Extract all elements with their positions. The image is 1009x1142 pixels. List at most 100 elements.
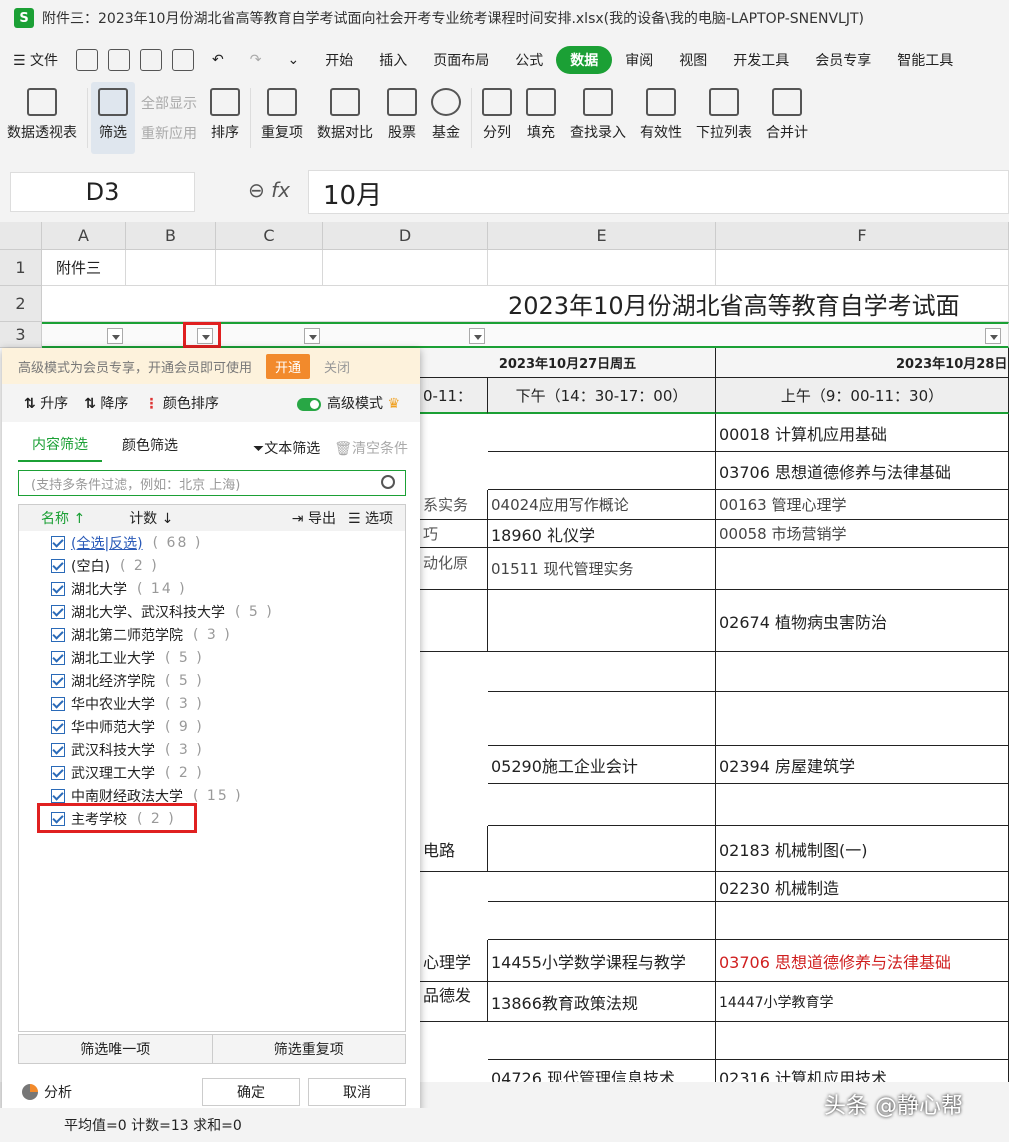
close-banner-button[interactable]: 关闭 — [324, 357, 350, 376]
tab-formula[interactable]: 公式 — [502, 50, 556, 70]
dropdown-list-button[interactable]: 下拉列表 — [689, 82, 759, 154]
cell-e9[interactable] — [488, 590, 716, 652]
stock-button[interactable]: 股票 — [380, 82, 424, 154]
checkbox-icon[interactable] — [51, 719, 65, 734]
list-item[interactable]: 华中农业大学( 3 ) — [19, 692, 405, 715]
cell-d6[interactable]: 系实务 — [420, 490, 488, 520]
tab-layout[interactable]: 页面布局 — [420, 50, 502, 70]
checkbox-icon[interactable] — [51, 535, 65, 550]
cell-f9[interactable]: 02674 植物病虫害防治 — [716, 590, 1009, 652]
cell-e1[interactable] — [488, 250, 716, 286]
cell-f17[interactable]: 03706 思想道德修养与法律基础 — [716, 940, 1009, 982]
list-item[interactable]: 湖北大学、武汉科技大学( 5 ) — [19, 600, 405, 623]
sheet-title[interactable]: 2023年10月份湖北省高等教育自学考试面 — [42, 286, 1009, 322]
cell-e10[interactable] — [488, 652, 716, 692]
filter-search-input[interactable]: (支持多条件过滤，例如：北京 上海) — [18, 470, 406, 496]
tab-view[interactable]: 视图 — [666, 50, 720, 70]
cell-f10[interactable] — [716, 652, 1009, 692]
fx-icon[interactable]: ⊖ fx — [248, 178, 290, 202]
cell-f8[interactable] — [716, 548, 1009, 590]
filter-dropdown-c[interactable] — [304, 328, 320, 344]
col-header-a[interactable]: A — [42, 222, 126, 250]
sort-desc-button[interactable]: ⇅ 降序 — [84, 393, 128, 413]
session-header-e[interactable]: 下午（14：30-17：00） — [488, 378, 716, 414]
cell-d1[interactable] — [323, 250, 488, 286]
cell-f11[interactable] — [716, 692, 1009, 746]
cell-f12[interactable]: 02394 房屋建筑学 — [716, 746, 1009, 784]
cell-e20[interactable]: 04726 现代管理信息技术 — [488, 1060, 716, 1082]
checkbox-icon[interactable] — [51, 604, 65, 619]
cancel-button[interactable]: 取消 — [308, 1078, 406, 1106]
pivot-button[interactable]: 数据透视表 — [0, 82, 84, 154]
fund-button[interactable]: 基金 — [424, 82, 468, 154]
col-header-e[interactable]: E — [488, 222, 716, 250]
tab-data[interactable]: 数据 — [556, 46, 613, 74]
select-all-corner[interactable] — [0, 222, 42, 250]
sort-button[interactable]: 排序 — [203, 82, 247, 154]
duplicates-button[interactable]: 重复项 — [254, 82, 310, 154]
filter-button[interactable]: 筛选 — [91, 82, 135, 154]
col-header-f[interactable]: F — [716, 222, 1009, 250]
cell-e12[interactable]: 05290施工企业会计 — [488, 746, 716, 784]
filter-dropdown-f[interactable] — [985, 328, 1001, 344]
filter-unique-button[interactable]: 筛选唯一项 — [19, 1035, 213, 1063]
redo-icon[interactable]: ↷ — [237, 52, 275, 68]
more-icon[interactable]: ⌄ — [274, 52, 312, 68]
search-icon[interactable] — [381, 475, 395, 489]
row-header-3[interactable]: 3 — [0, 322, 42, 348]
list-item[interactable]: 武汉科技大学( 3 ) — [19, 738, 405, 761]
show-all-button[interactable]: 全部显示 — [141, 93, 197, 113]
cell-b1[interactable] — [126, 250, 216, 286]
lookup-button[interactable]: 查找录入 — [563, 82, 633, 154]
sort-asc-button[interactable]: ⇅ 升序 — [24, 393, 68, 413]
cell-f5[interactable]: 03706 思想道德修养与法律基础 — [716, 452, 1009, 490]
sort-by-count-button[interactable]: 计数 ↓ — [129, 508, 173, 528]
checkbox-icon[interactable] — [51, 788, 65, 803]
checkbox-icon[interactable] — [51, 558, 65, 573]
tab-content-filter[interactable]: 内容筛选 — [18, 434, 102, 462]
cell-e19[interactable] — [488, 1022, 716, 1060]
export-button[interactable]: ⇥ 导出 — [292, 508, 336, 528]
list-item[interactable]: 湖北大学( 14 ) — [19, 577, 405, 600]
checkbox-icon[interactable] — [51, 581, 65, 596]
cell-f20[interactable]: 02316 计算机应用技术 — [716, 1060, 1009, 1082]
name-box[interactable]: D3 — [10, 172, 195, 212]
cell-c1[interactable] — [216, 250, 323, 286]
save-icon[interactable] — [76, 49, 99, 71]
filter-value-list[interactable]: 名称 ↑ 计数 ↓ ⇥ 导出 ☰ 选项 (全选|反选)( 68 ) (空白)( … — [18, 504, 406, 1032]
checkbox-icon[interactable] — [51, 627, 65, 642]
cell-f4[interactable]: 00018 计算机应用基础 — [716, 414, 1009, 452]
col-header-d[interactable]: D — [323, 222, 488, 250]
tab-color-filter[interactable]: 颜色筛选 — [122, 435, 178, 461]
cell-e6[interactable]: 04024应用写作概论 — [488, 490, 716, 520]
split-button[interactable]: 分列 — [475, 82, 519, 154]
tab-home[interactable]: 开始 — [312, 50, 366, 70]
formula-input[interactable]: 10月 — [308, 170, 1009, 214]
ok-button[interactable]: 确定 — [202, 1078, 300, 1106]
options-button[interactable]: ☰ 选项 — [348, 508, 393, 528]
merge-button[interactable]: 合并计 — [759, 82, 815, 154]
list-item[interactable]: 湖北工业大学( 5 ) — [19, 646, 405, 669]
cell-d17[interactable]: 心理学 — [420, 940, 488, 982]
col-header-c[interactable]: C — [216, 222, 323, 250]
cell-d9[interactable] — [420, 590, 488, 652]
session-header-d[interactable]: 0-11： — [420, 378, 488, 414]
filter-duplicate-button[interactable]: 筛选重复项 — [212, 1035, 405, 1063]
tab-member[interactable]: 会员专享 — [802, 50, 884, 70]
cell-f19[interactable] — [716, 1022, 1009, 1060]
cell-d8[interactable]: 动化原 — [420, 548, 488, 590]
date-header-2[interactable]: 2023年10月28日 — [716, 348, 1009, 378]
list-item[interactable]: (空白)( 2 ) — [19, 554, 405, 577]
cell-a1[interactable]: 附件三 — [42, 250, 126, 286]
row-header-2[interactable]: 2 — [0, 286, 42, 322]
compare-button[interactable]: 数据对比 — [310, 82, 380, 154]
cell-e8[interactable]: 01511 现代管理实务 — [488, 548, 716, 590]
cell-e15[interactable] — [488, 872, 716, 902]
tab-smart[interactable]: 智能工具 — [884, 50, 966, 70]
cell-e17[interactable]: 14455小学数学课程与教学 — [488, 940, 716, 982]
validity-button[interactable]: 有效性 — [633, 82, 689, 154]
cell-e5[interactable] — [488, 452, 716, 490]
open-member-button[interactable]: 开通 — [266, 353, 311, 379]
cell-f15[interactable]: 02230 机械制造 — [716, 872, 1009, 902]
list-item[interactable]: 湖北第二师范学院( 3 ) — [19, 623, 405, 646]
